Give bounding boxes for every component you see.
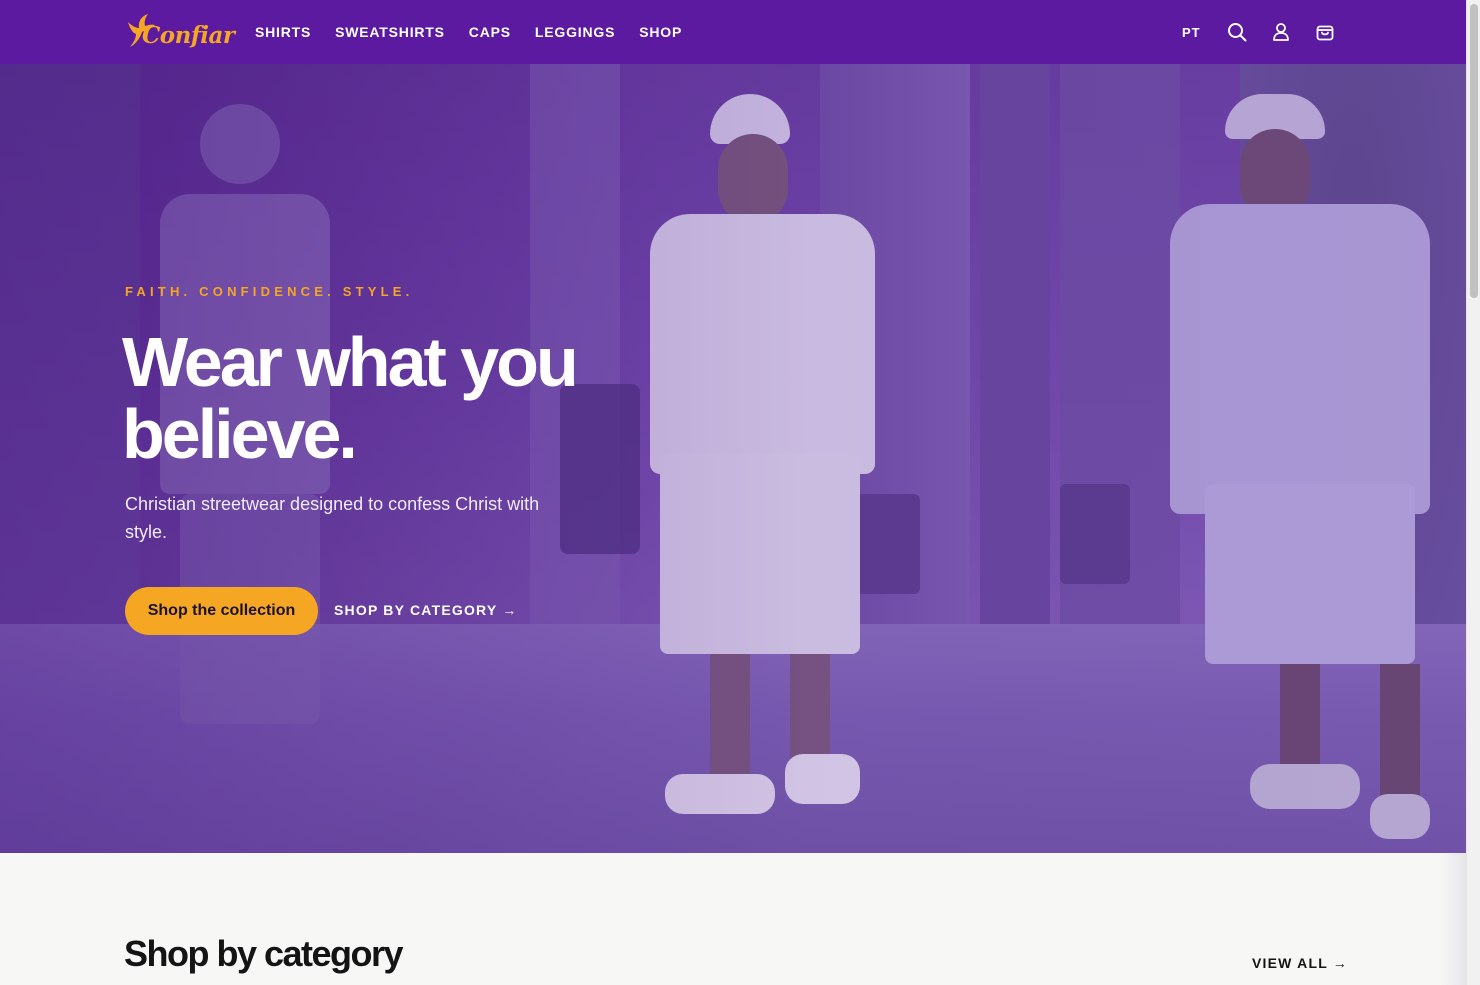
cart-icon[interactable] bbox=[1314, 21, 1336, 43]
category-section: Shop by category VIEW ALL → bbox=[0, 853, 1466, 985]
hero-eyebrow: FAITH. CONFIDENCE. STYLE. bbox=[125, 284, 414, 299]
shop-by-category-link[interactable]: SHOP BY CATEGORY → bbox=[334, 602, 517, 618]
hero-headline: Wear what you believe. bbox=[122, 323, 579, 473]
hero-subtitle: Christian streetwear designed to confess… bbox=[125, 494, 540, 542]
site-header: Confiar SHIRTS SWEATSHIRTS CAPS LEGGINGS… bbox=[0, 0, 1466, 64]
nav-item-caps[interactable]: CAPS bbox=[469, 24, 511, 40]
edge-shadow bbox=[1440, 853, 1466, 985]
view-all-link[interactable]: VIEW ALL → bbox=[1252, 955, 1348, 971]
nav-item-shirts[interactable]: SHIRTS bbox=[255, 24, 311, 40]
shop-collection-button[interactable]: Shop the collection bbox=[125, 587, 318, 635]
header-actions: PT bbox=[1182, 0, 1336, 64]
section-title: Shop by category bbox=[124, 933, 404, 974]
hero-banner: FAITH. CONFIDENCE. STYLE. Wear what you … bbox=[0, 64, 1466, 853]
nav-item-leggings[interactable]: LEGGINGS bbox=[535, 24, 615, 40]
dove-icon bbox=[128, 14, 155, 47]
nav-item-shop[interactable]: SHOP bbox=[639, 24, 682, 40]
nav-item-sweatshirts[interactable]: SWEATSHIRTS bbox=[335, 24, 445, 40]
language-switcher[interactable]: PT bbox=[1182, 25, 1201, 40]
brand-logo[interactable]: Confiar bbox=[124, 12, 235, 52]
search-icon[interactable] bbox=[1226, 21, 1248, 43]
main-nav: SHIRTS SWEATSHIRTS CAPS LEGGINGS SHOP bbox=[255, 0, 682, 64]
scrollbar-thumb[interactable] bbox=[1470, 4, 1478, 298]
account-icon[interactable] bbox=[1270, 21, 1292, 43]
page-scrollbar[interactable] bbox=[1466, 0, 1480, 985]
